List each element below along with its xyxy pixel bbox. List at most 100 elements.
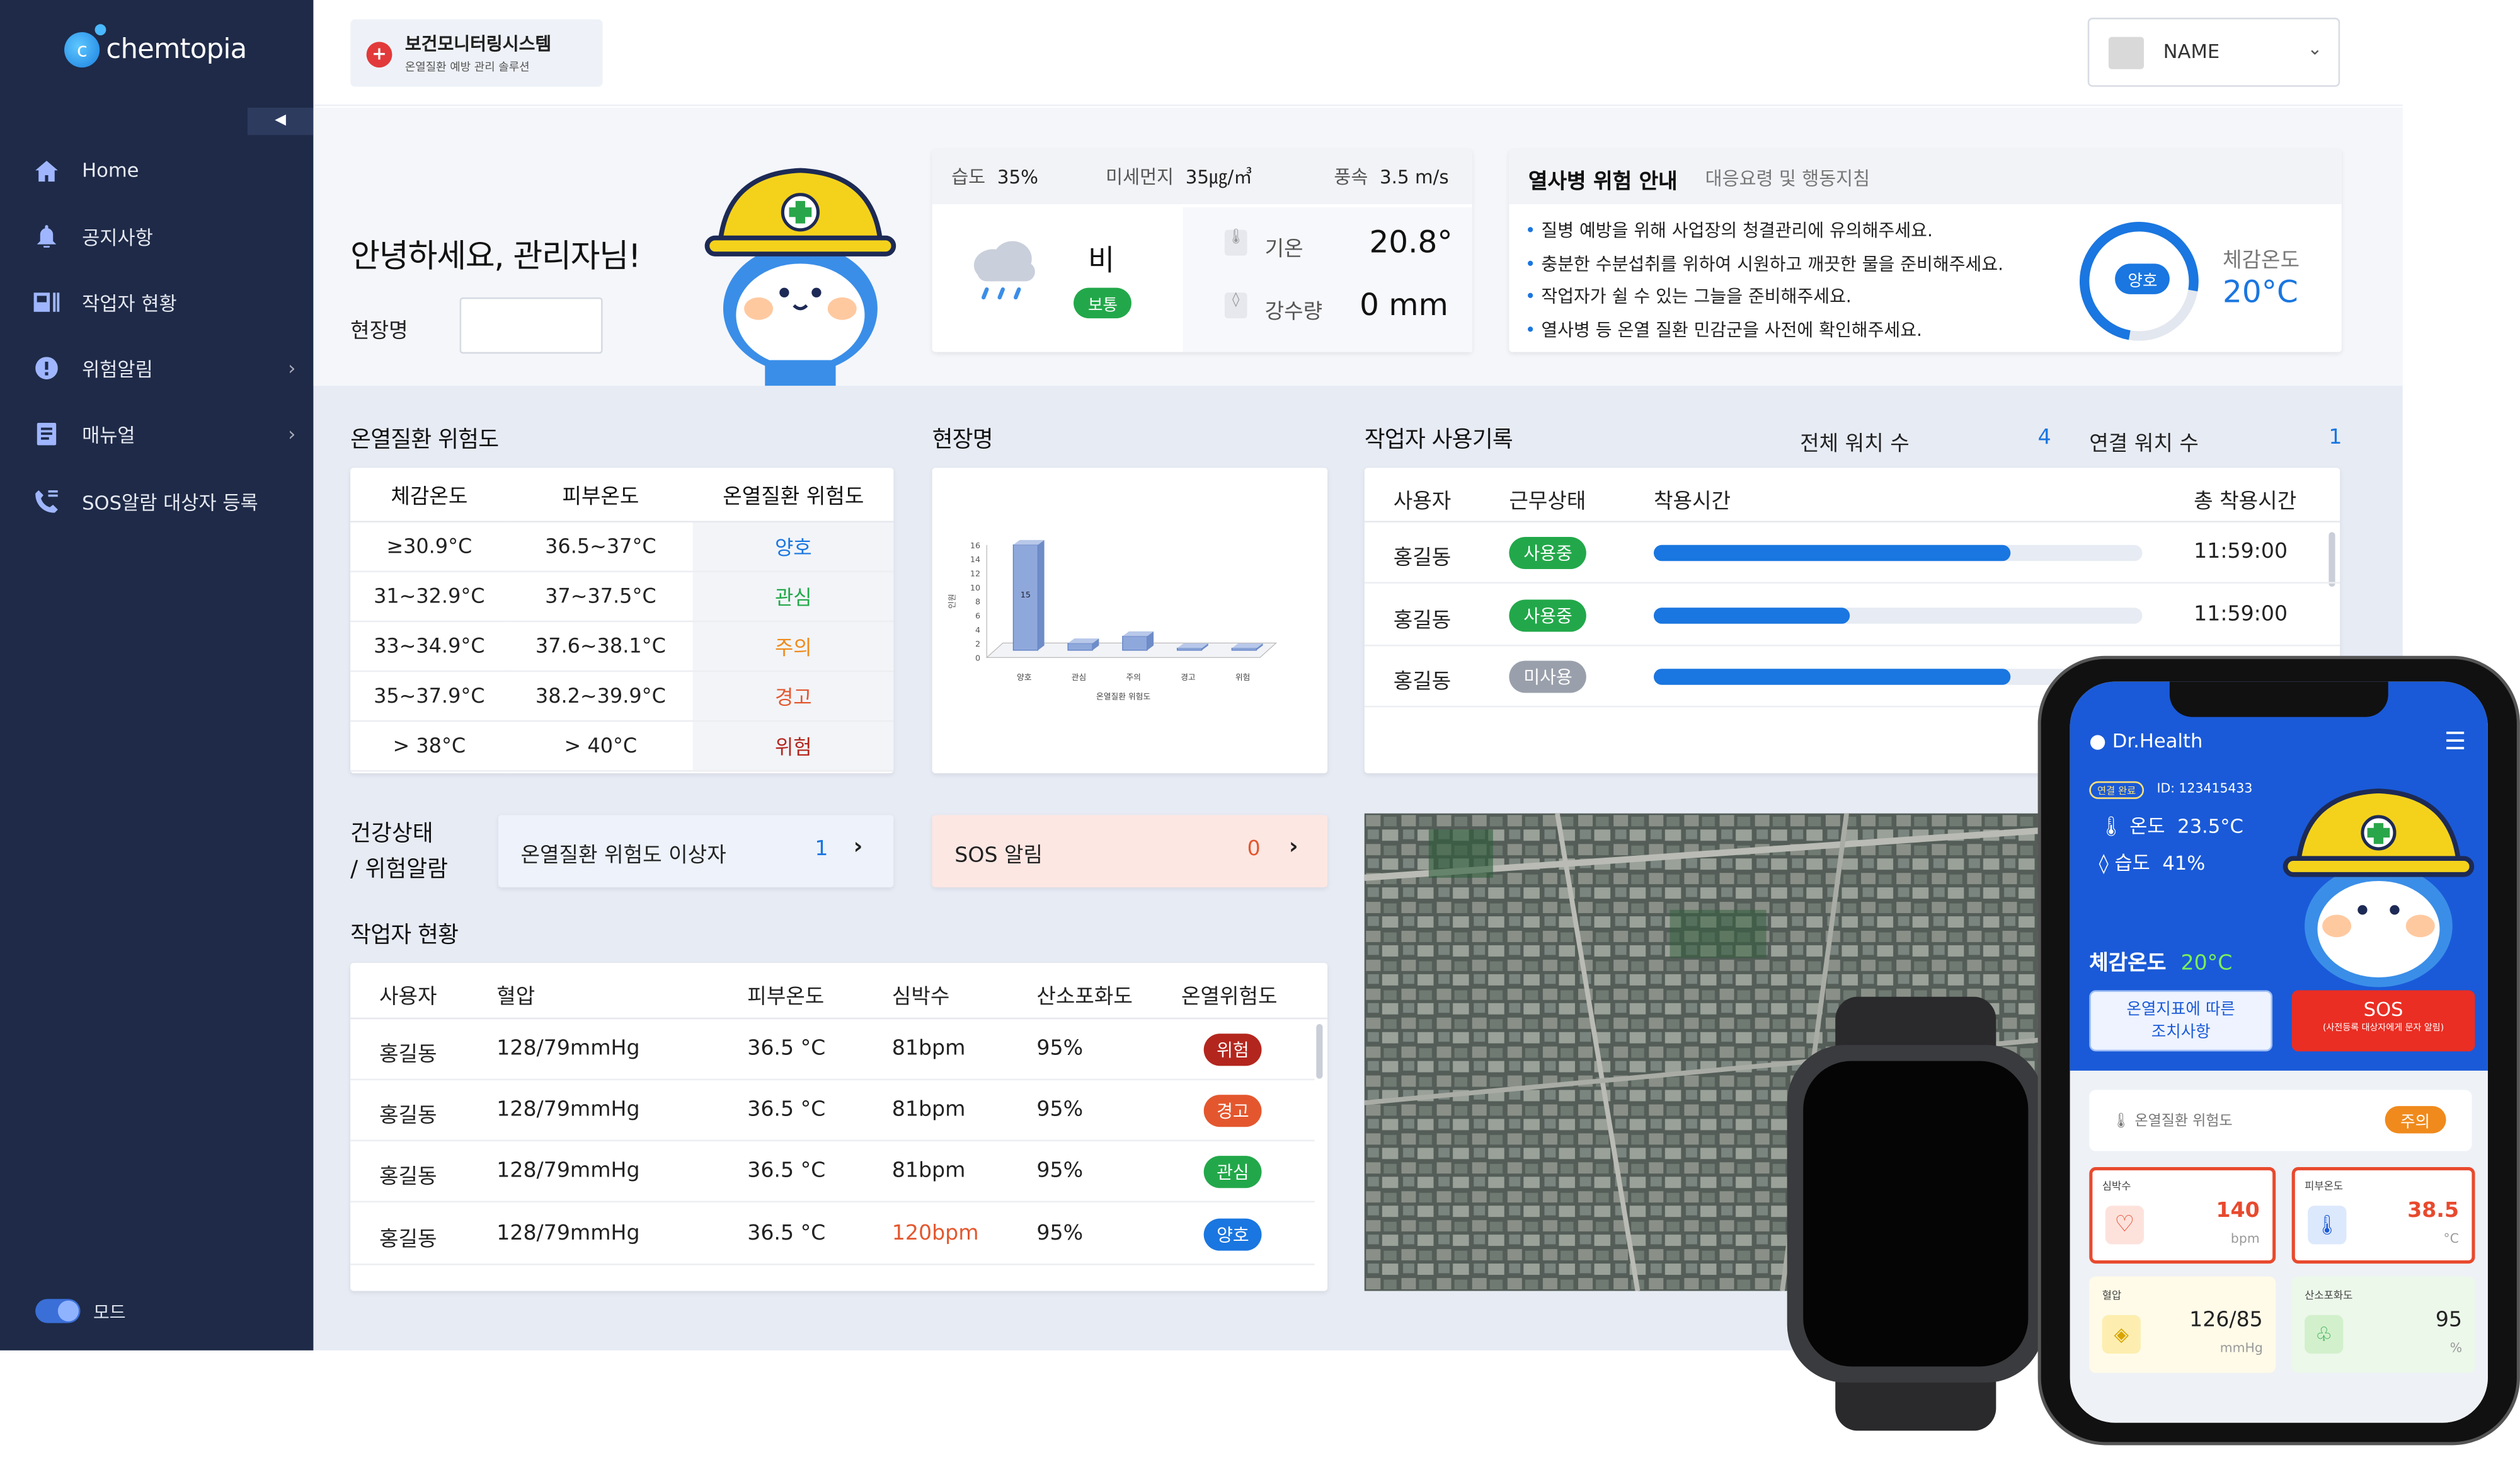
risk-badge: 위험 [1203,1034,1263,1066]
table-cell: 81bpm [891,1160,966,1184]
table-row: ≥30.9°C 36.5~37°C 양호 [350,521,894,572]
mobile-app-screen: ● Dr.Health ☰ 연결 완료 ID: 123415433 🌡 온도 2… [2070,681,2488,1423]
phone-icon [32,489,61,515]
table-row[interactable]: 홍길동 128/79mmHg 36.5 °C 81bpm 95% 관심 [350,1142,1315,1204]
table-row: 33~34.9°C 37.6~38.1°C 주의 [350,620,894,672]
table-row[interactable]: 홍길동 128/79mmHg 36.5 °C 81bpm 95% 위험 [350,1019,1315,1081]
mode-toggle[interactable] [35,1299,81,1323]
total-wear-time: 11:59:00 [2194,602,2288,626]
sos-alert-button[interactable]: SOS 알림 0 › [932,815,1328,888]
col-header: 혈압 [496,985,536,1010]
x-tick-label: 관심 [1072,673,1086,682]
tip-item: • 열사병 등 온열 질환 민감군을 사전에 확인해주세요. [1525,319,1922,340]
tip-item: • 충분한 수분섭취를 위하여 시원하고 깨끗한 물을 준비해주세요. [1525,253,2004,274]
risk-bar-chart: 0 2 4 6 8 10 12 14 16 인원 15 양호 관심 주의 경고 위험온열질환 위험도 [948,539,1278,702]
manual-icon [32,421,61,447]
heat-risk-alert-count: 1 [815,838,828,862]
y-tick-label: 8 [975,597,980,607]
system-title-badge: + 보건모니터링시스템 온열질환 예방 관리 솔루션 [350,19,603,87]
sidebar-item-workers[interactable]: 작업자 현황 [32,283,306,321]
status-badge: 미사용 [1509,660,1587,693]
table-row: 35~37.9°C 38.2~39.9°C 경고 [350,670,894,722]
chart-bar [1067,643,1093,651]
home-icon [32,158,61,183]
oxygen-card: 산소포화도 ♧ 95 % [2291,1276,2475,1373]
col-header: 심박수 [891,985,950,1010]
table-cell: 128/79mmHg [496,1160,640,1184]
table-cell: 홍길동 [379,1105,437,1129]
connected-watch-count: 1 [2328,426,2342,451]
table-cell: 95% [1036,1037,1084,1061]
risk-table-title: 온열질환 위험도 [350,427,499,454]
sidebar-item-risk-alert[interactable]: 위험알림 › [32,349,306,388]
total-watch-label: 전체 워치 수 [1800,432,1910,457]
app-humidity: ◊ 습도 41% [2099,852,2206,875]
risk-badge: 양호 [1203,1218,1263,1250]
heat-risk-alert-button[interactable]: 온열질환 위험도 이상자 1 › [498,815,894,888]
total-watch-count: 4 [2037,426,2051,451]
sos-button[interactable]: SOS (사전등록 대상자에게 문자 알림) [2291,990,2475,1052]
y-tick-label: 4 [975,626,980,635]
humidity-value: 35% [997,165,1039,188]
user-menu-dropdown[interactable]: NAME ⌄ [2087,18,2340,87]
blood-pressure-card: 혈압 ◈ 126/85 mmHg [2089,1276,2276,1373]
col-header: 산소포화도 [1036,985,1133,1010]
feel-temp-label: 체감온도 [2223,249,2300,273]
hamburger-menu-icon[interactable]: ☰ [2444,727,2466,756]
sos-alert-count: 0 [1247,838,1261,862]
site-name-input[interactable] [459,297,603,354]
y-tick-label: 0 [975,654,980,663]
sidebar-item-label: SOS알람 대상자 등록 [82,491,258,514]
raindrop-icon: ◊ [1224,292,1247,319]
workers-title: 작업자 현황 [350,923,459,949]
table-cell: 36.5 °C [747,1098,826,1123]
app-risk-label: 온열질환 위험도 [2134,1114,2233,1131]
chevron-right-icon: › [288,422,296,446]
connection-badge: 연결 완료 [2089,781,2145,799]
brand-name: chemtopia [106,33,247,66]
table-row[interactable]: 홍길동 사용중 11:59:00 [1364,522,2340,584]
sidebar-item-manual[interactable]: 매뉴얼 › [32,415,306,453]
mode-label: 모드 [93,1302,126,1323]
temp-label: 기온 [1264,238,1303,262]
table-cell: 128/79mmHg [496,1037,640,1061]
table-row: 31~32.9°C 37~37.5°C 관심 [350,570,894,621]
table-row[interactable]: 홍길동 128/79mmHg 36.5 °C 81bpm 95% 경고 [350,1081,1315,1142]
brand-logo[interactable]: c chemtopia [64,24,247,68]
rain-cloud-icon [965,236,1045,310]
x-tick-label: 주의 [1126,673,1140,682]
sidebar [0,0,314,1350]
workers-scrollbar[interactable] [1316,1023,1323,1079]
chevron-right-icon: › [1288,834,1298,860]
table-cell: 36.5 °C [747,1160,826,1184]
sidebar-item-notice[interactable]: 공지사항 [32,217,306,255]
table-cell: 95% [1036,1098,1084,1123]
action-guide-button[interactable]: 온열지표에 따른 조치사항 [2089,990,2273,1052]
alert-icon [32,355,61,381]
col-header: 피부온도 [747,985,825,1010]
sidebar-item-home[interactable]: Home [32,151,306,190]
y-tick-label: 2 [975,640,980,649]
total-wear-time: 11:59:00 [2194,540,2288,565]
logo-icon: c [64,24,106,68]
col-header: 온열질환 위험도 [693,468,894,522]
usage-user: 홍길동 [1393,546,1452,571]
feel-temp-value: 20°C [2223,275,2298,311]
chart-bar [1122,635,1148,651]
chevron-right-icon: › [288,357,296,380]
dust-label: 미세먼지 [1106,165,1174,188]
table-row[interactable]: 홍길동 128/79mmHg 36.5 °C 120bpm 95% 양호 [350,1204,1315,1265]
heat-status-badge: 양호 [2115,263,2170,294]
thermometer-icon: 🌡 [1224,229,1247,256]
col-header: 체감온도 [350,468,508,522]
temp-value: 20.8° [1369,225,1453,261]
chart-bar [1231,647,1257,651]
site-name-label: 현장명 [350,320,408,344]
table-cell: 36.5 °C [747,1221,826,1245]
sidebar-item-sos-register[interactable]: SOS알람 대상자 등록 [32,482,306,521]
collapse-sidebar-button[interactable]: ◀ [247,107,314,135]
table-row[interactable]: 홍길동 사용중 11:59:00 [1364,584,2340,646]
x-tick-label: 위험 [1235,673,1250,682]
sidebar-item-label: Home [82,159,139,182]
table-cell: 128/79mmHg [496,1098,640,1123]
